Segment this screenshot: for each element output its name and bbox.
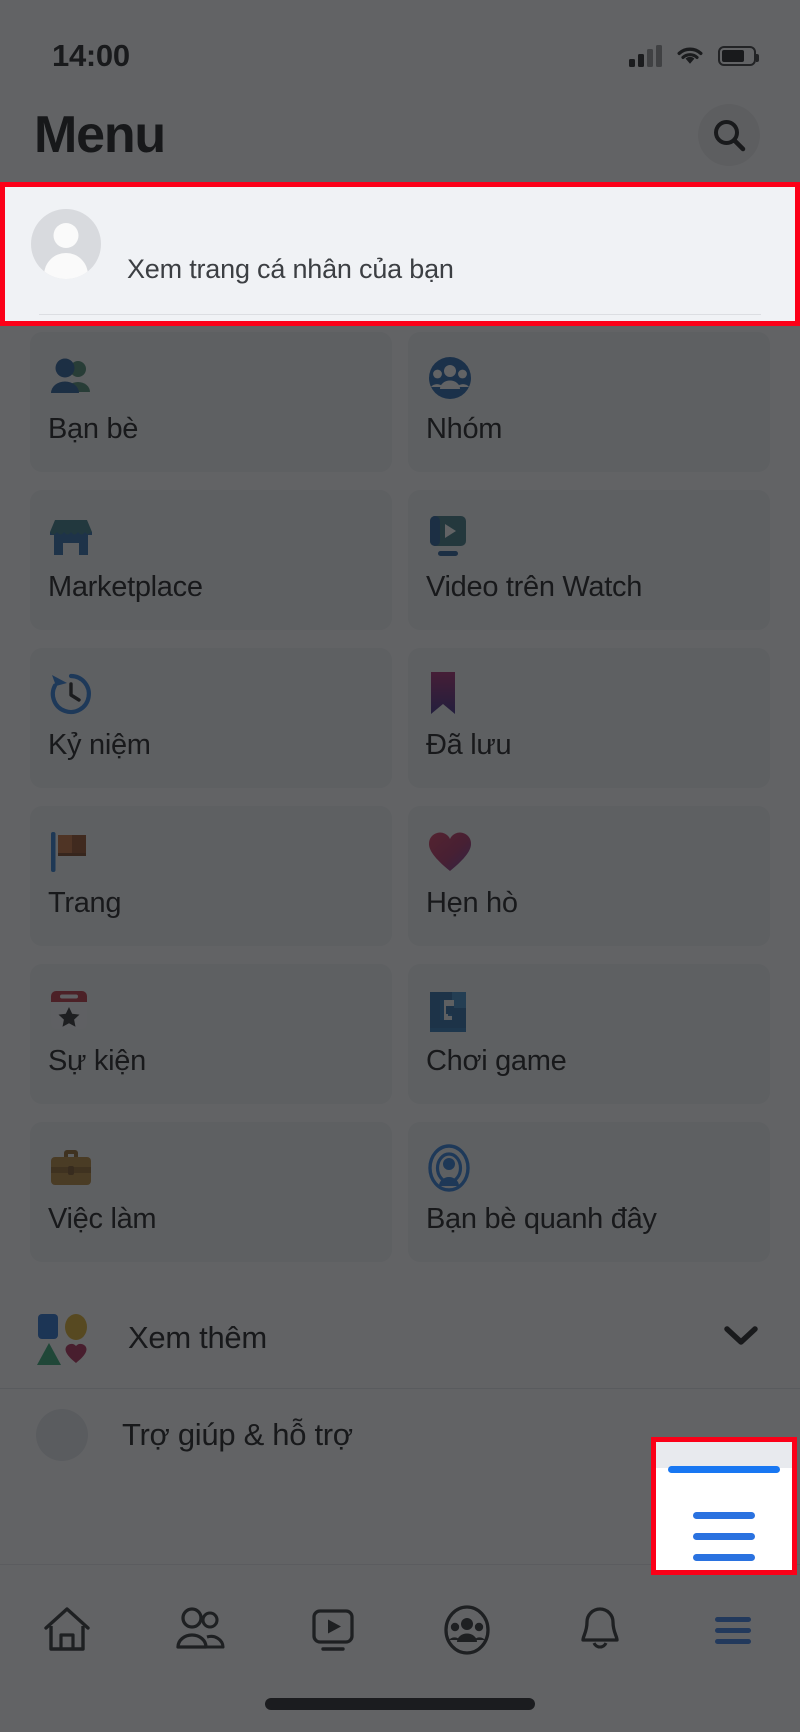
profile-divider [39, 314, 761, 315]
menu-tile-nearby-friends[interactable]: Bạn bè quanh đây [408, 1122, 770, 1262]
nav-menu[interactable] [673, 1587, 793, 1673]
friends-nav-icon [176, 1607, 225, 1649]
home-icon [43, 1607, 90, 1651]
profile-subtitle: Xem trang cá nhân của bạn [127, 254, 454, 284]
page-title: Menu [34, 106, 166, 164]
status-bar: 14:00 [0, 0, 800, 86]
nearby-friends-icon [426, 1144, 770, 1192]
watch-nav-icon [312, 1609, 354, 1651]
nav-friends[interactable] [140, 1587, 260, 1673]
peek-label: Trợ giúp & hỗ trợ [122, 1417, 353, 1452]
nav-notifications[interactable] [540, 1587, 660, 1673]
menu-tile-marketplace[interactable]: Marketplace [30, 490, 392, 630]
marketplace-icon [48, 512, 392, 560]
friends-icon [48, 354, 392, 402]
menu-tile-groups[interactable]: Nhóm [408, 332, 770, 472]
dating-heart-icon [426, 828, 770, 876]
menu-tile-label: Bạn bè quanh đây [426, 1203, 657, 1235]
groups-nav-icon [443, 1605, 490, 1655]
see-more-label: Xem thêm [128, 1320, 267, 1355]
menu-tile-label: Trang [48, 887, 122, 919]
nav-watch[interactable] [273, 1587, 393, 1673]
jobs-briefcase-icon [48, 1144, 392, 1192]
avatar [31, 209, 101, 279]
search-icon [714, 120, 746, 152]
menu-tile-label: Kỷ niệm [48, 729, 151, 761]
menu-tile-label: Nhóm [426, 413, 503, 445]
gaming-icon [426, 986, 770, 1034]
profile-name [127, 211, 204, 242]
menu-tile-dating[interactable]: Hẹn hò [408, 806, 770, 946]
menu-tile-label: Việc làm [48, 1203, 157, 1235]
nav-home[interactable] [7, 1587, 127, 1673]
groups-icon [426, 354, 770, 402]
nav-top-strip [656, 1442, 792, 1468]
chevron-down-icon[interactable] [724, 1325, 758, 1352]
notifications-bell-icon [581, 1607, 619, 1649]
memories-clock-icon [48, 670, 392, 718]
menu-tile-saved[interactable]: Đã lưu [408, 648, 770, 788]
menu-tile-label: Sự kiện [48, 1045, 146, 1077]
menu-tile-pages[interactable]: Trang [30, 806, 392, 946]
hamburger-menu-icon [715, 1617, 752, 1644]
active-tab-indicator [668, 1466, 780, 1473]
menu-tile-label: Marketplace [48, 571, 203, 603]
phone-screen: 14:00 Menu Bạn bè Nhóm Marketplace Video… [0, 0, 800, 1732]
search-button[interactable] [698, 104, 760, 166]
menu-tile-label: Chơi game [426, 1045, 567, 1077]
status-indicators [629, 45, 759, 67]
menu-grid: Bạn bè Nhóm Marketplace Video trên Watch… [0, 332, 800, 1262]
saved-bookmark-icon [426, 670, 770, 718]
menu-tile-label: Hẹn hò [426, 887, 518, 919]
menu-tile-label: Đã lưu [426, 729, 512, 761]
events-calendar-icon [48, 986, 392, 1034]
menu-tile-watch[interactable]: Video trên Watch [408, 490, 770, 630]
wifi-icon [677, 47, 703, 64]
section-divider [0, 1388, 800, 1389]
menu-tile-friends[interactable]: Bạn bè [30, 332, 392, 472]
page-header: Menu [0, 86, 800, 184]
menu-tab-highlight[interactable] [651, 1437, 797, 1575]
help-icon [36, 1409, 88, 1461]
see-more-row[interactable]: Xem thêm [0, 1290, 800, 1386]
battery-icon [718, 46, 759, 66]
profile-row-highlight[interactable]: Xem trang cá nhân của bạn [0, 182, 800, 326]
pages-flag-icon [48, 828, 392, 876]
menu-tile-jobs[interactable]: Việc làm [30, 1122, 392, 1262]
menu-tile-memories[interactable]: Kỷ niệm [30, 648, 392, 788]
menu-tile-label: Bạn bè [48, 413, 139, 445]
cellular-signal-icon [629, 45, 662, 67]
nav-groups[interactable] [407, 1587, 527, 1673]
status-time: 14:00 [52, 38, 130, 73]
menu-tile-events[interactable]: Sự kiện [30, 964, 392, 1104]
watch-video-icon [426, 512, 770, 560]
shapes-icon [36, 1311, 90, 1365]
menu-tile-gaming[interactable]: Chơi game [408, 964, 770, 1104]
menu-tile-label: Video trên Watch [426, 571, 643, 603]
hamburger-menu-icon[interactable] [693, 1512, 755, 1561]
home-indicator [265, 1698, 535, 1710]
